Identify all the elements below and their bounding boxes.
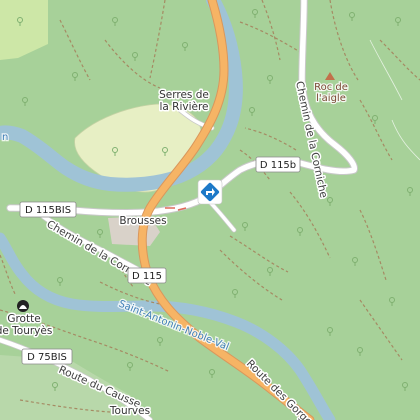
peak-label-line1: Roc de [314, 82, 348, 93]
map-canvas[interactable]: Roc de l'aigle Chemin de la Corniche Che… [0, 0, 420, 420]
shield-d115: D 115 [127, 267, 167, 284]
place-label-grotte-line1: Grotte [7, 313, 40, 325]
place-label-grotte-line2: de Touryès [0, 325, 52, 337]
shield-d115-text: D 115 [132, 271, 162, 282]
cave-icon [17, 300, 29, 312]
directions-diamond-icon[interactable] [197, 179, 223, 205]
place-label-brousses: Brousses [119, 215, 166, 227]
peak-label-line2: l'aigle [316, 93, 346, 104]
shield-d115bis-text: D 115BIS [25, 205, 71, 216]
shield-d115bis: D 115BIS [19, 201, 77, 218]
shield-d115b: D 115b [255, 156, 301, 173]
place-label-tourves: Tourves [109, 405, 150, 417]
map-svg: Roc de l'aigle Chemin de la Corniche Che… [0, 0, 420, 420]
shield-d75bis: D 75BIS [21, 348, 73, 365]
shield-d115b-text: D 115b [260, 160, 296, 171]
place-label-serres-line1: Serres de [159, 89, 209, 101]
shield-d75bis-text: D 75BIS [27, 352, 67, 363]
river-edge-label: n [2, 132, 8, 143]
place-label-serres-line2: la Rivière [159, 101, 208, 113]
